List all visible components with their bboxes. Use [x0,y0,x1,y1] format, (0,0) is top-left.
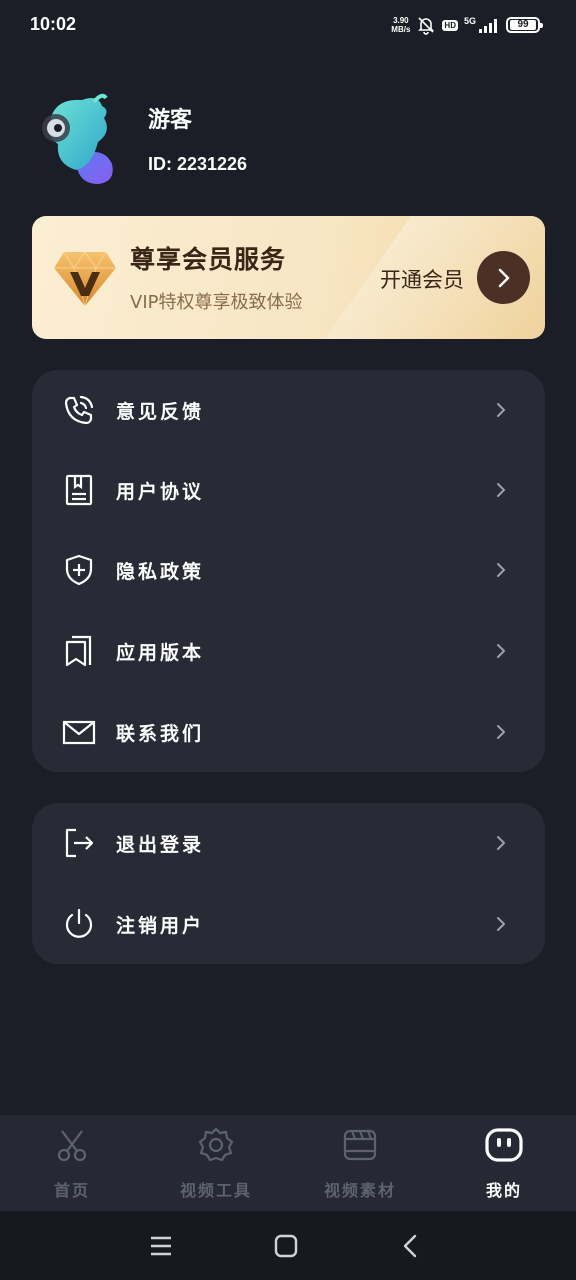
menu-label: 隐私政策 [116,560,205,583]
menu-label: 联系我们 [116,722,205,745]
vip-title: 尊享会员服务 [130,245,287,274]
back-icon[interactable] [396,1231,426,1261]
user-id: ID: 2231226 [148,154,248,174]
home-icon[interactable] [271,1231,301,1261]
menu-label: 用户协议 [116,480,205,503]
logout-icon [65,828,94,858]
gear-icon [198,1127,234,1162]
net-speed: 3.90 MB/s [391,16,411,34]
chevron-right-icon [497,725,505,739]
menu-label: 退出登录 [116,833,205,856]
chevron-right-icon [497,836,505,850]
phone-call-icon [64,395,94,425]
film-icon [343,1129,377,1161]
status-bar: 10:02 3.90 MB/s HD 5G 99 [0,0,576,48]
document-icon [65,474,93,506]
hd-badge: HD [442,19,458,31]
menu-item-feedback[interactable]: 意见反馈 [32,370,545,450]
tab-video-assets[interactable]: 视频素材 [288,1115,432,1211]
power-icon [65,908,93,938]
tab-label: 视频素材 [323,1181,396,1200]
shield-plus-icon [65,554,93,586]
profile-header: 游客 ID: 2231226 [36,92,536,192]
menu-item-contact-us[interactable]: 联系我们 [32,692,545,772]
chevron-right-icon [497,483,505,497]
menu-item-logout[interactable]: 退出登录 [32,803,545,883]
status-time: 10:02 [30,14,77,34]
vip-open-label[interactable]: 开通会员 [380,264,464,294]
network-type: 5G [463,16,476,26]
chevron-right-icon [497,563,505,577]
mascot-avatar[interactable] [36,92,122,188]
chevron-right-icon [498,268,509,287]
menu-label: 应用版本 [116,641,205,664]
status-icons: 3.90 MB/s HD 5G 99 [391,14,543,36]
signal-icon [479,19,497,33]
menu-item-privacy-policy[interactable]: 隐私政策 [32,530,545,610]
tab-label: 我的 [485,1181,522,1200]
tab-home[interactable]: 首页 [0,1115,144,1211]
tab-video-tools[interactable]: 视频工具 [144,1115,288,1211]
menu-item-app-version[interactable]: 应用版本 [32,611,545,691]
bell-muted-icon [418,17,435,35]
tab-mine[interactable]: 我的 [432,1115,576,1211]
system-nav-bar [0,1211,576,1280]
vip-card[interactable]: 尊享会员服务 VIP特权尊享极致体验 开通会员 [32,216,545,339]
tab-label: 首页 [53,1181,90,1200]
scissors-icon [57,1130,87,1162]
menu-card-account: 退出登录 注销用户 [32,803,545,964]
battery-icon: 99 [506,17,543,33]
menu-card-main: 意见反馈 用户协议 隐私政策 应用版本 联系我们 [32,370,545,772]
username: 游客 [148,107,193,133]
vip-subtitle: VIP特权尊享极致体验 [130,292,303,313]
battery-level: 99 [510,20,536,30]
tab-label: 视频工具 [179,1181,252,1200]
smile-face-icon [485,1128,523,1162]
chevron-right-icon [497,644,505,658]
chevron-right-icon [497,403,505,417]
vip-open-button[interactable] [477,251,530,304]
bottom-nav: 首页 视频工具 视频素材 我的 [0,1115,576,1211]
chevron-right-icon [497,917,505,931]
menu-item-user-agreement[interactable]: 用户协议 [32,450,545,530]
menu-icon[interactable] [146,1231,176,1261]
mail-icon [62,720,96,745]
vip-diamond-icon [54,251,116,307]
menu-label: 意见反馈 [116,400,205,423]
menu-label: 注销用户 [116,914,205,937]
menu-item-delete-account[interactable]: 注销用户 [32,884,545,964]
bookmark-icon [65,635,92,667]
